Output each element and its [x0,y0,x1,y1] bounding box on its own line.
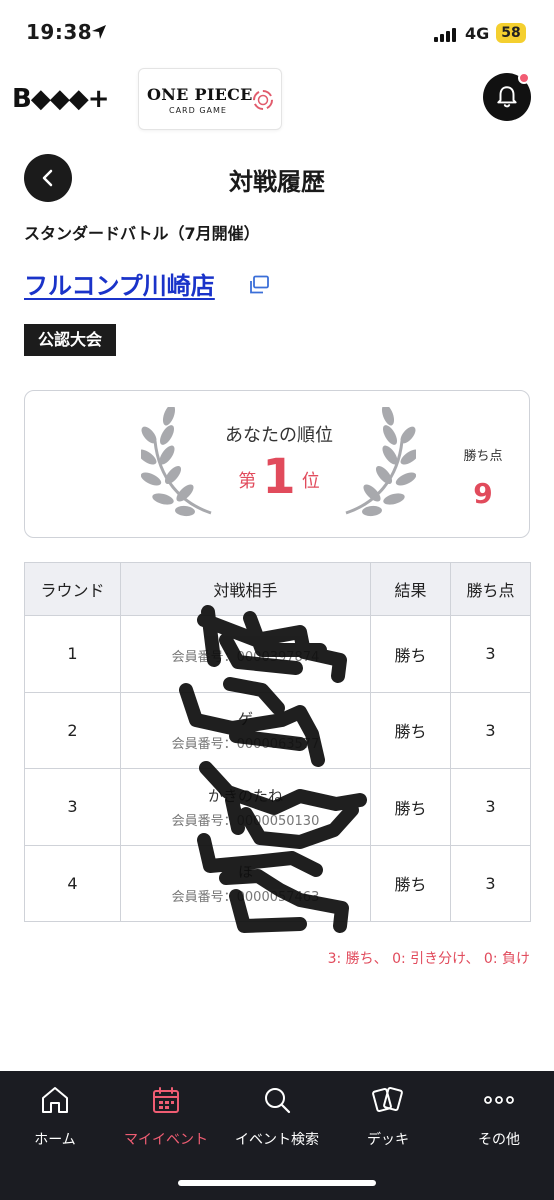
home-indicator [178,1180,376,1186]
nav-label-event-search: イベント検索 [235,1132,319,1148]
network-type: 4G [465,24,490,43]
nav-item-home[interactable]: ホーム [0,1083,110,1153]
opponent-name: かきのたね [207,786,283,805]
status-bar: 19:38 4G 58 [0,0,554,64]
rank-suffix: 位 [301,471,320,492]
opponent-cell: ほ 会員番号：0000057463 [120,844,371,922]
table-header-row: ラウンド 対戦相手 結果 勝ち点 [24,562,531,616]
table-row: 3 かきのたね 会員番号：0000050130 勝ち 3 [24,768,531,846]
nav-label-my-events: マイイベント [124,1132,208,1148]
one-piece-card-game-logo[interactable]: ONE PIECE CARD GAME [138,68,282,130]
round-cell: 3 [24,768,121,846]
table-row: 4 ほ 会員番号：0000057463 勝ち 3 [24,844,531,922]
header-result: 結果 [370,562,451,616]
table-row: 2 ゲ 会員番号：0000063577 勝ち 3 [24,691,531,769]
match-history-table: ラウンド 対戦相手 結果 勝ち点 1 会員番号：0000397874 勝ち 3 … [24,562,531,922]
round-cell: 1 [24,615,121,693]
bandai-logo[interactable]: B◆◆◆+ [12,84,110,114]
opponent-member-number: 会員番号：0000050130 [171,813,320,829]
points-legend: 3: 勝ち、 0: 引き分け、 0: 負け [327,951,530,967]
cards-icon [372,1086,403,1113]
app-header: B◆◆◆+ ONE PIECE CARD GAME [0,64,554,134]
table-row: 1 会員番号：0000397874 勝ち 3 [24,615,531,693]
store-link[interactable]: フルコンプ川崎店 [24,266,215,301]
more-icon [484,1096,514,1104]
nav-item-event-search[interactable]: イベント検索 [222,1083,332,1153]
notification-dot [518,72,530,84]
location-arrow-icon [92,25,106,39]
nav-label-deck: デッキ [367,1132,409,1148]
calendar-icon [153,1087,179,1113]
battery-indicator: 58 [496,23,526,43]
laurel-right-icon [345,407,416,517]
points-cell: 3 [450,844,531,922]
opponent-member-number: 会員番号：0000057463 [171,890,320,906]
official-tournament-badge: 公認大会 [24,324,117,356]
header-points: 勝ち点 [450,562,531,616]
rank-prefix: 第 [238,471,257,492]
opponent-cell: ゲ 会員番号：0000063577 [120,691,371,769]
opponent-name: ほ [237,863,253,882]
header-opponent: 対戦相手 [120,562,371,616]
nav-item-my-events[interactable]: マイイベント [111,1083,221,1153]
nav-item-more[interactable]: その他 [444,1083,554,1153]
result-cell: 勝ち [370,691,451,769]
game-logo-ring-icon [253,90,273,110]
opponent-member-number: 会員番号：0000397874 [171,650,320,666]
signal-icon [434,26,456,42]
search-icon [265,1088,291,1114]
result-cell: 勝ち [370,768,451,846]
event-name: スタンダードバトル（7月開催） [24,224,260,243]
points-value: 9 [473,477,493,510]
header-round: ラウンド [24,562,121,616]
result-cell: 勝ち [370,844,451,922]
rank-number: 1 [262,449,296,505]
home-icon [42,1087,68,1113]
result-cell: 勝ち [370,615,451,693]
rank-card: あなたの順位 第1位 勝ち点 9 [24,390,530,538]
bell-icon [497,86,517,108]
game-logo-subtitle: CARD GAME [169,106,227,115]
page-title: 対戦履歴 [229,168,325,196]
points-cell: 3 [450,615,531,693]
nav-label-home: ホーム [34,1132,76,1148]
round-cell: 4 [24,844,121,922]
points-cell: 3 [450,691,531,769]
opponent-cell: 会員番号：0000397874 [120,615,371,693]
nav-label-more: その他 [478,1132,520,1148]
opponent-member-number: 会員番号：0000063577 [171,737,320,753]
points-label: 勝ち点 [463,449,503,464]
external-link-icon[interactable] [248,275,270,295]
points-cell: 3 [450,768,531,846]
round-cell: 2 [24,691,121,769]
game-logo-title: ONE PIECE [147,85,253,104]
opponent-name: ゲ [237,710,253,729]
opponent-cell: かきのたね 会員番号：0000050130 [120,768,371,846]
status-time: 19:38 [26,20,93,44]
nav-item-deck[interactable]: デッキ [333,1083,443,1153]
